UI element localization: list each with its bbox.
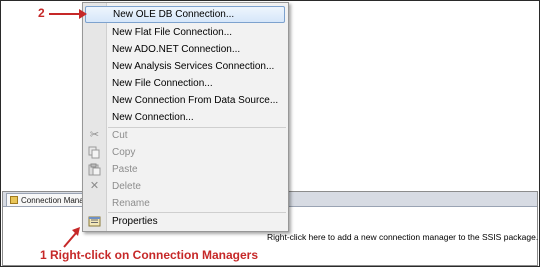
menu-item-label: New File Connection...: [112, 78, 213, 89]
menu-item-label: New OLE DB Connection...: [113, 9, 235, 20]
menu-item-new-ole-db-connection[interactable]: New OLE DB Connection...: [85, 6, 285, 23]
menu-item-label: Delete: [112, 181, 141, 192]
connection-manager-icon: [10, 196, 18, 204]
menu-item-label: Paste: [112, 164, 138, 175]
menu-item-new-file-connection[interactable]: New File Connection...: [83, 75, 288, 92]
menu-item-label: New Connection From Data Source...: [112, 95, 279, 106]
menu-item-cut[interactable]: ✂ Cut: [83, 127, 288, 144]
menu-item-new-flat-file-connection[interactable]: New Flat File Connection...: [83, 24, 288, 41]
menu-item-new-ado-net-connection[interactable]: New ADO.NET Connection...: [83, 41, 288, 58]
menu-item-new-analysis-services-connection[interactable]: New Analysis Services Connection...: [83, 58, 288, 75]
annotation-arrow-2: [49, 9, 87, 19]
menu-item-new-connection[interactable]: New Connection...: [83, 109, 288, 126]
copy-icon: [88, 146, 101, 159]
menu-item-rename[interactable]: Rename: [83, 195, 288, 212]
tab-connection-managers[interactable]: Connection Mana: [6, 193, 86, 206]
menu-item-new-connection-from-data-source[interactable]: New Connection From Data Source...: [83, 92, 288, 109]
menu-item-delete[interactable]: ✕ Delete: [83, 178, 288, 195]
annotation-step-2: 2: [38, 6, 45, 20]
menu-item-label: Properties: [112, 216, 158, 227]
menu-item-label: New Flat File Connection...: [112, 27, 233, 38]
menu-item-label: New Connection...: [112, 112, 194, 123]
paste-icon: [88, 163, 101, 176]
menu-item-label: New ADO.NET Connection...: [112, 44, 241, 55]
cut-icon: ✂: [89, 129, 100, 141]
menu-item-copy[interactable]: Copy: [83, 144, 288, 161]
annotation-step-1: 1 Right-click on Connection Managers: [40, 248, 259, 262]
menu-item-paste[interactable]: Paste: [83, 161, 288, 178]
menu-item-label: Cut: [112, 130, 128, 141]
delete-icon: ✕: [89, 180, 100, 192]
menu-item-label: Rename: [112, 198, 150, 209]
properties-icon: [88, 215, 101, 228]
panel-hint-text: Right-click here to add a new connection…: [267, 232, 539, 242]
annotation-arrow-1: [63, 227, 80, 248]
tab-label: Connection Mana: [21, 195, 84, 205]
menu-item-properties[interactable]: Properties: [83, 213, 288, 230]
menu-item-label: New Analysis Services Connection...: [112, 61, 275, 72]
menu-item-label: Copy: [112, 147, 136, 158]
context-menu: New OLE DB Connection... New Flat File C…: [82, 2, 289, 232]
